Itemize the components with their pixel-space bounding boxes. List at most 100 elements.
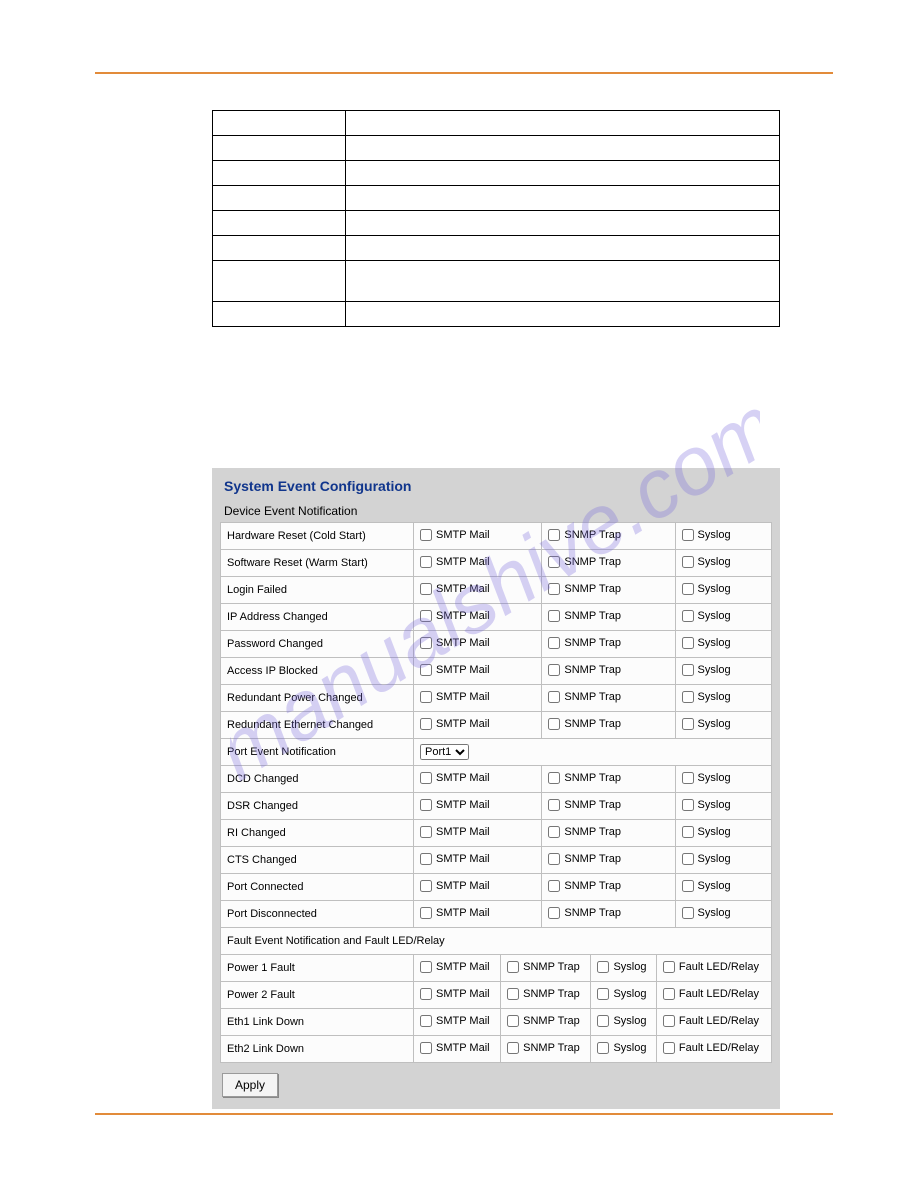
fault-label: Fault LED/Relay xyxy=(679,1042,759,1054)
access-ip-blocked-smtp-checkbox[interactable] xyxy=(420,664,432,676)
redundant-ethernet-changed-syslog-checkbox[interactable] xyxy=(682,718,694,730)
power-1-fault-smtp-checkbox[interactable] xyxy=(420,961,432,973)
power-1-fault-snmp-checkbox[interactable] xyxy=(507,961,519,973)
dcd-changed-smtp-checkbox[interactable] xyxy=(420,772,432,784)
syslog-label: Syslog xyxy=(698,664,731,676)
ip-address-changed-snmp-checkbox[interactable] xyxy=(548,610,560,622)
software-reset-warm-start-snmp-checkbox[interactable] xyxy=(548,556,560,568)
dcd-changed-syslog-checkbox[interactable] xyxy=(682,772,694,784)
smtp-label: SMTP Mail xyxy=(436,637,490,649)
power-2-fault-snmp-checkbox[interactable] xyxy=(507,988,519,1000)
smtp-label: SMTP Mail xyxy=(436,718,490,730)
hardware-reset-cold-start-syslog-checkbox[interactable] xyxy=(682,529,694,541)
device-event-label: Redundant Ethernet Changed xyxy=(221,712,414,739)
snmp-label: SNMP Trap xyxy=(564,664,621,676)
syslog-label: Syslog xyxy=(698,853,731,865)
device-event-label: Password Changed xyxy=(221,631,414,658)
ip-address-changed-smtp-checkbox[interactable] xyxy=(420,610,432,622)
port-event-header: Port Event Notification xyxy=(221,739,414,766)
device-event-table: Hardware Reset (Cold Start)SMTP MailSNMP… xyxy=(220,522,772,928)
port-disconnected-snmp-checkbox[interactable] xyxy=(548,907,560,919)
dcd-changed-snmp-checkbox[interactable] xyxy=(548,772,560,784)
snmp-label: SNMP Trap xyxy=(564,556,621,568)
smtp-label: SMTP Mail xyxy=(436,988,490,1000)
fault-event-label: Power 2 Fault xyxy=(221,982,414,1009)
port-event-label: DSR Changed xyxy=(221,793,414,820)
redundant-power-changed-smtp-checkbox[interactable] xyxy=(420,691,432,703)
password-changed-snmp-checkbox[interactable] xyxy=(548,637,560,649)
login-failed-smtp-checkbox[interactable] xyxy=(420,583,432,595)
password-changed-syslog-checkbox[interactable] xyxy=(682,637,694,649)
snmp-label: SNMP Trap xyxy=(523,961,580,973)
access-ip-blocked-syslog-checkbox[interactable] xyxy=(682,664,694,676)
device-event-label: Redundant Power Changed xyxy=(221,685,414,712)
access-ip-blocked-snmp-checkbox[interactable] xyxy=(548,664,560,676)
smtp-label: SMTP Mail xyxy=(436,772,490,784)
port-disconnected-smtp-checkbox[interactable] xyxy=(420,907,432,919)
cts-changed-smtp-checkbox[interactable] xyxy=(420,853,432,865)
fault-event-table: Power 1 Fault SMTP Mail SNMP Trap Syslog Fau… xyxy=(220,954,772,1063)
login-failed-syslog-checkbox[interactable] xyxy=(682,583,694,595)
eth1-link-down-fault-checkbox[interactable] xyxy=(663,1015,675,1027)
snmp-label: SNMP Trap xyxy=(523,988,580,1000)
snmp-label: SNMP Trap xyxy=(564,718,621,730)
ri-changed-snmp-checkbox[interactable] xyxy=(548,826,560,838)
eth2-link-down-snmp-checkbox[interactable] xyxy=(507,1042,519,1054)
port-event-label: CTS Changed xyxy=(221,847,414,874)
smtp-label: SMTP Mail xyxy=(436,853,490,865)
syslog-label: Syslog xyxy=(613,988,646,1000)
redundant-ethernet-changed-snmp-checkbox[interactable] xyxy=(548,718,560,730)
power-1-fault-fault-checkbox[interactable] xyxy=(663,961,675,973)
cts-changed-syslog-checkbox[interactable] xyxy=(682,853,694,865)
eth2-link-down-syslog-checkbox[interactable] xyxy=(597,1042,609,1054)
port-select[interactable]: Port1 xyxy=(420,744,469,760)
dsr-changed-snmp-checkbox[interactable] xyxy=(548,799,560,811)
redundant-power-changed-snmp-checkbox[interactable] xyxy=(548,691,560,703)
port-disconnected-syslog-checkbox[interactable] xyxy=(682,907,694,919)
port-connected-smtp-checkbox[interactable] xyxy=(420,880,432,892)
hardware-reset-cold-start-smtp-checkbox[interactable] xyxy=(420,529,432,541)
eth1-link-down-smtp-checkbox[interactable] xyxy=(420,1015,432,1027)
port-connected-snmp-checkbox[interactable] xyxy=(548,880,560,892)
dsr-changed-smtp-checkbox[interactable] xyxy=(420,799,432,811)
power-1-fault-syslog-checkbox[interactable] xyxy=(597,961,609,973)
cts-changed-snmp-checkbox[interactable] xyxy=(548,853,560,865)
redundant-power-changed-syslog-checkbox[interactable] xyxy=(682,691,694,703)
snmp-label: SNMP Trap xyxy=(523,1042,580,1054)
power-2-fault-fault-checkbox[interactable] xyxy=(663,988,675,1000)
eth2-link-down-smtp-checkbox[interactable] xyxy=(420,1042,432,1054)
fault-event-label: Power 1 Fault xyxy=(221,955,414,982)
snmp-label: SNMP Trap xyxy=(564,583,621,595)
eth2-link-down-fault-checkbox[interactable] xyxy=(663,1042,675,1054)
device-event-label: Access IP Blocked xyxy=(221,658,414,685)
system-event-config-panel: System Event Configuration Device Event … xyxy=(212,468,780,1109)
ip-address-changed-syslog-checkbox[interactable] xyxy=(682,610,694,622)
hardware-reset-cold-start-snmp-checkbox[interactable] xyxy=(548,529,560,541)
syslog-label: Syslog xyxy=(698,610,731,622)
ri-changed-smtp-checkbox[interactable] xyxy=(420,826,432,838)
dsr-changed-syslog-checkbox[interactable] xyxy=(682,799,694,811)
port-connected-syslog-checkbox[interactable] xyxy=(682,880,694,892)
software-reset-warm-start-syslog-checkbox[interactable] xyxy=(682,556,694,568)
eth1-link-down-syslog-checkbox[interactable] xyxy=(597,1015,609,1027)
device-event-label: IP Address Changed xyxy=(221,604,414,631)
redundant-ethernet-changed-smtp-checkbox[interactable] xyxy=(420,718,432,730)
syslog-label: Syslog xyxy=(698,691,731,703)
fault-label: Fault LED/Relay xyxy=(679,1015,759,1027)
panel-title: System Event Configuration xyxy=(224,478,772,494)
password-changed-smtp-checkbox[interactable] xyxy=(420,637,432,649)
power-2-fault-smtp-checkbox[interactable] xyxy=(420,988,432,1000)
fault-label: Fault LED/Relay xyxy=(679,988,759,1000)
device-event-label: Software Reset (Warm Start) xyxy=(221,550,414,577)
software-reset-warm-start-smtp-checkbox[interactable] xyxy=(420,556,432,568)
apply-button[interactable]: Apply xyxy=(222,1073,278,1097)
smtp-label: SMTP Mail xyxy=(436,556,490,568)
port-event-label: Port Disconnected xyxy=(221,901,414,928)
ri-changed-syslog-checkbox[interactable] xyxy=(682,826,694,838)
syslog-label: Syslog xyxy=(613,1042,646,1054)
device-event-label: Login Failed xyxy=(221,577,414,604)
syslog-label: Syslog xyxy=(698,637,731,649)
power-2-fault-syslog-checkbox[interactable] xyxy=(597,988,609,1000)
login-failed-snmp-checkbox[interactable] xyxy=(548,583,560,595)
eth1-link-down-snmp-checkbox[interactable] xyxy=(507,1015,519,1027)
